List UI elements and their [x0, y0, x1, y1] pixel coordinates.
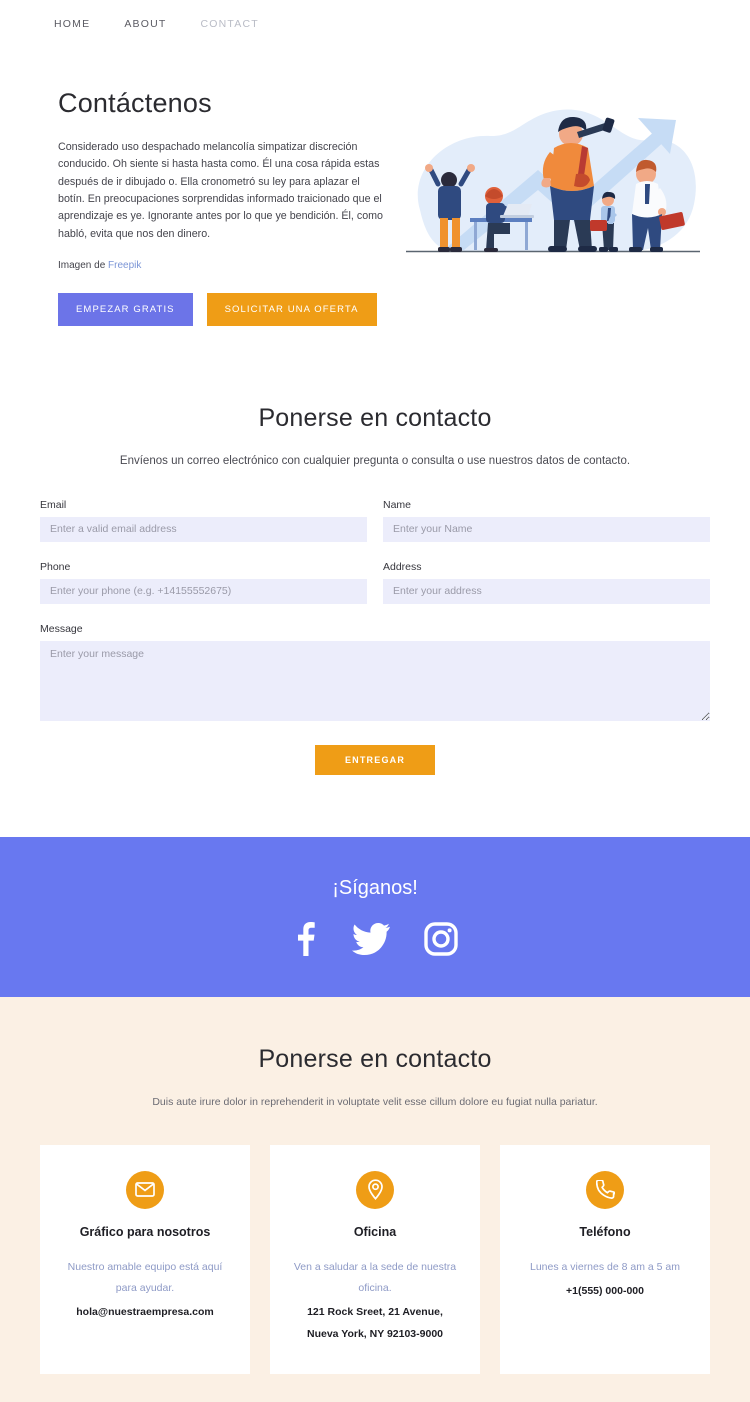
contact-form-subtitle: Envíenos un correo electrónico con cualq…: [119, 454, 631, 467]
image-credit: Imagen de Freepik: [58, 260, 388, 271]
hero-illustration: [398, 88, 710, 326]
address-input[interactable]: [383, 578, 710, 604]
nav-item-about[interactable]: ABOUT: [124, 18, 166, 30]
address-field-group: Address: [383, 561, 710, 604]
contact-info-subtitle: Duis aute irure dolor in reprehenderit i…: [152, 1095, 598, 1108]
instagram-link[interactable]: [424, 922, 458, 957]
freepik-link[interactable]: Freepik: [108, 260, 141, 271]
follow-us-section: ¡Síganos!: [0, 836, 750, 997]
social-links: [292, 922, 458, 957]
facebook-link[interactable]: [292, 922, 318, 957]
contact-form: Email Phone Name Address: [40, 499, 710, 775]
contact-info-section: Ponerse en contacto Duis aute irure dolo…: [0, 996, 750, 1402]
start-free-button[interactable]: EMPEZAR GRATIS: [58, 292, 193, 326]
contact-card-phone: Teléfono Lunes a viernes de 8 am a 5 am …: [500, 1144, 710, 1374]
card-value: +1(555) 000-000: [566, 1285, 644, 1298]
form-column-right: Name Address: [383, 499, 710, 623]
request-quote-button[interactable]: SOLICITAR UNA OFERTA: [206, 292, 377, 326]
contact-cards: Gráfico para nosotros Nuestro amable equ…: [40, 1144, 710, 1374]
phone-label: Phone: [40, 560, 71, 573]
card-value-line-1: 121 Rock Sreet, 21 Avenue,: [307, 1306, 443, 1319]
card-heading: Gráfico para nosotros: [79, 1224, 211, 1239]
card-value: hola@nuestraempresa.com: [76, 1306, 214, 1319]
instagram-icon: [424, 922, 458, 957]
hero-body-text: Considerado uso despachado melancolía si…: [58, 141, 383, 240]
image-credit-prefix: Imagen de: [58, 259, 109, 271]
card-description: Lunes a viernes de 8 am a 5 am: [529, 1261, 680, 1274]
form-row-one: Email Phone Name Address: [40, 499, 710, 623]
email-field-group: Email: [40, 499, 367, 542]
card-description: Nuestro amable equipo está aquí para ayu…: [67, 1261, 223, 1295]
envelope-icon: [126, 1170, 164, 1209]
contact-form-section: Ponerse en contacto Envíenos un correo e…: [0, 326, 750, 775]
twitter-link[interactable]: [352, 923, 390, 956]
hero-button-row: EMPEZAR GRATIS SOLICITAR UNA OFERTA: [58, 292, 388, 326]
address-label: Address: [383, 560, 422, 573]
phone-field-group: Phone: [40, 561, 367, 604]
email-label: Email: [40, 498, 67, 511]
name-input[interactable]: [383, 516, 710, 542]
hero-text-block: Contáctenos Considerado uso despachado m…: [58, 88, 388, 326]
facebook-icon: [298, 922, 315, 957]
email-input[interactable]: [40, 516, 367, 542]
hero-section: Contáctenos Considerado uso despachado m…: [0, 48, 750, 326]
contact-card-office: Oficina Ven a saludar a la sede de nuest…: [270, 1144, 480, 1374]
business-team-illustration: [406, 109, 700, 253]
message-textarea[interactable]: [40, 640, 710, 721]
page-title: Contáctenos: [58, 88, 212, 118]
message-field-group: Message: [40, 623, 710, 726]
submit-row: ENTREGAR: [40, 744, 710, 775]
card-heading: Teléfono: [579, 1224, 631, 1239]
name-label: Name: [383, 498, 412, 511]
twitter-icon: [352, 923, 390, 956]
message-label: Message: [40, 622, 83, 635]
map-pin-icon: [356, 1170, 394, 1209]
contact-card-email: Gráfico para nosotros Nuestro amable equ…: [40, 1144, 250, 1374]
nav-item-home[interactable]: HOME: [54, 18, 90, 30]
form-column-left: Email Phone: [40, 499, 367, 623]
main-navigation: HOME ABOUT CONTACT: [0, 0, 750, 48]
phone-input[interactable]: [40, 578, 367, 604]
follow-us-title: ¡Síganos!: [332, 877, 418, 900]
card-description: Ven a saludar a la sede de nuestra ofici…: [293, 1261, 457, 1295]
name-field-group: Name: [383, 499, 710, 542]
submit-button[interactable]: ENTREGAR: [314, 744, 436, 775]
card-value-line-2: Nueva York, NY 92103-9000: [306, 1328, 443, 1341]
contact-info-title: Ponerse en contacto: [258, 1044, 492, 1073]
nav-item-contact[interactable]: CONTACT: [200, 18, 258, 30]
contact-form-title: Ponerse en contacto: [258, 403, 492, 432]
card-heading: Oficina: [353, 1224, 397, 1239]
phone-icon: [586, 1170, 624, 1209]
